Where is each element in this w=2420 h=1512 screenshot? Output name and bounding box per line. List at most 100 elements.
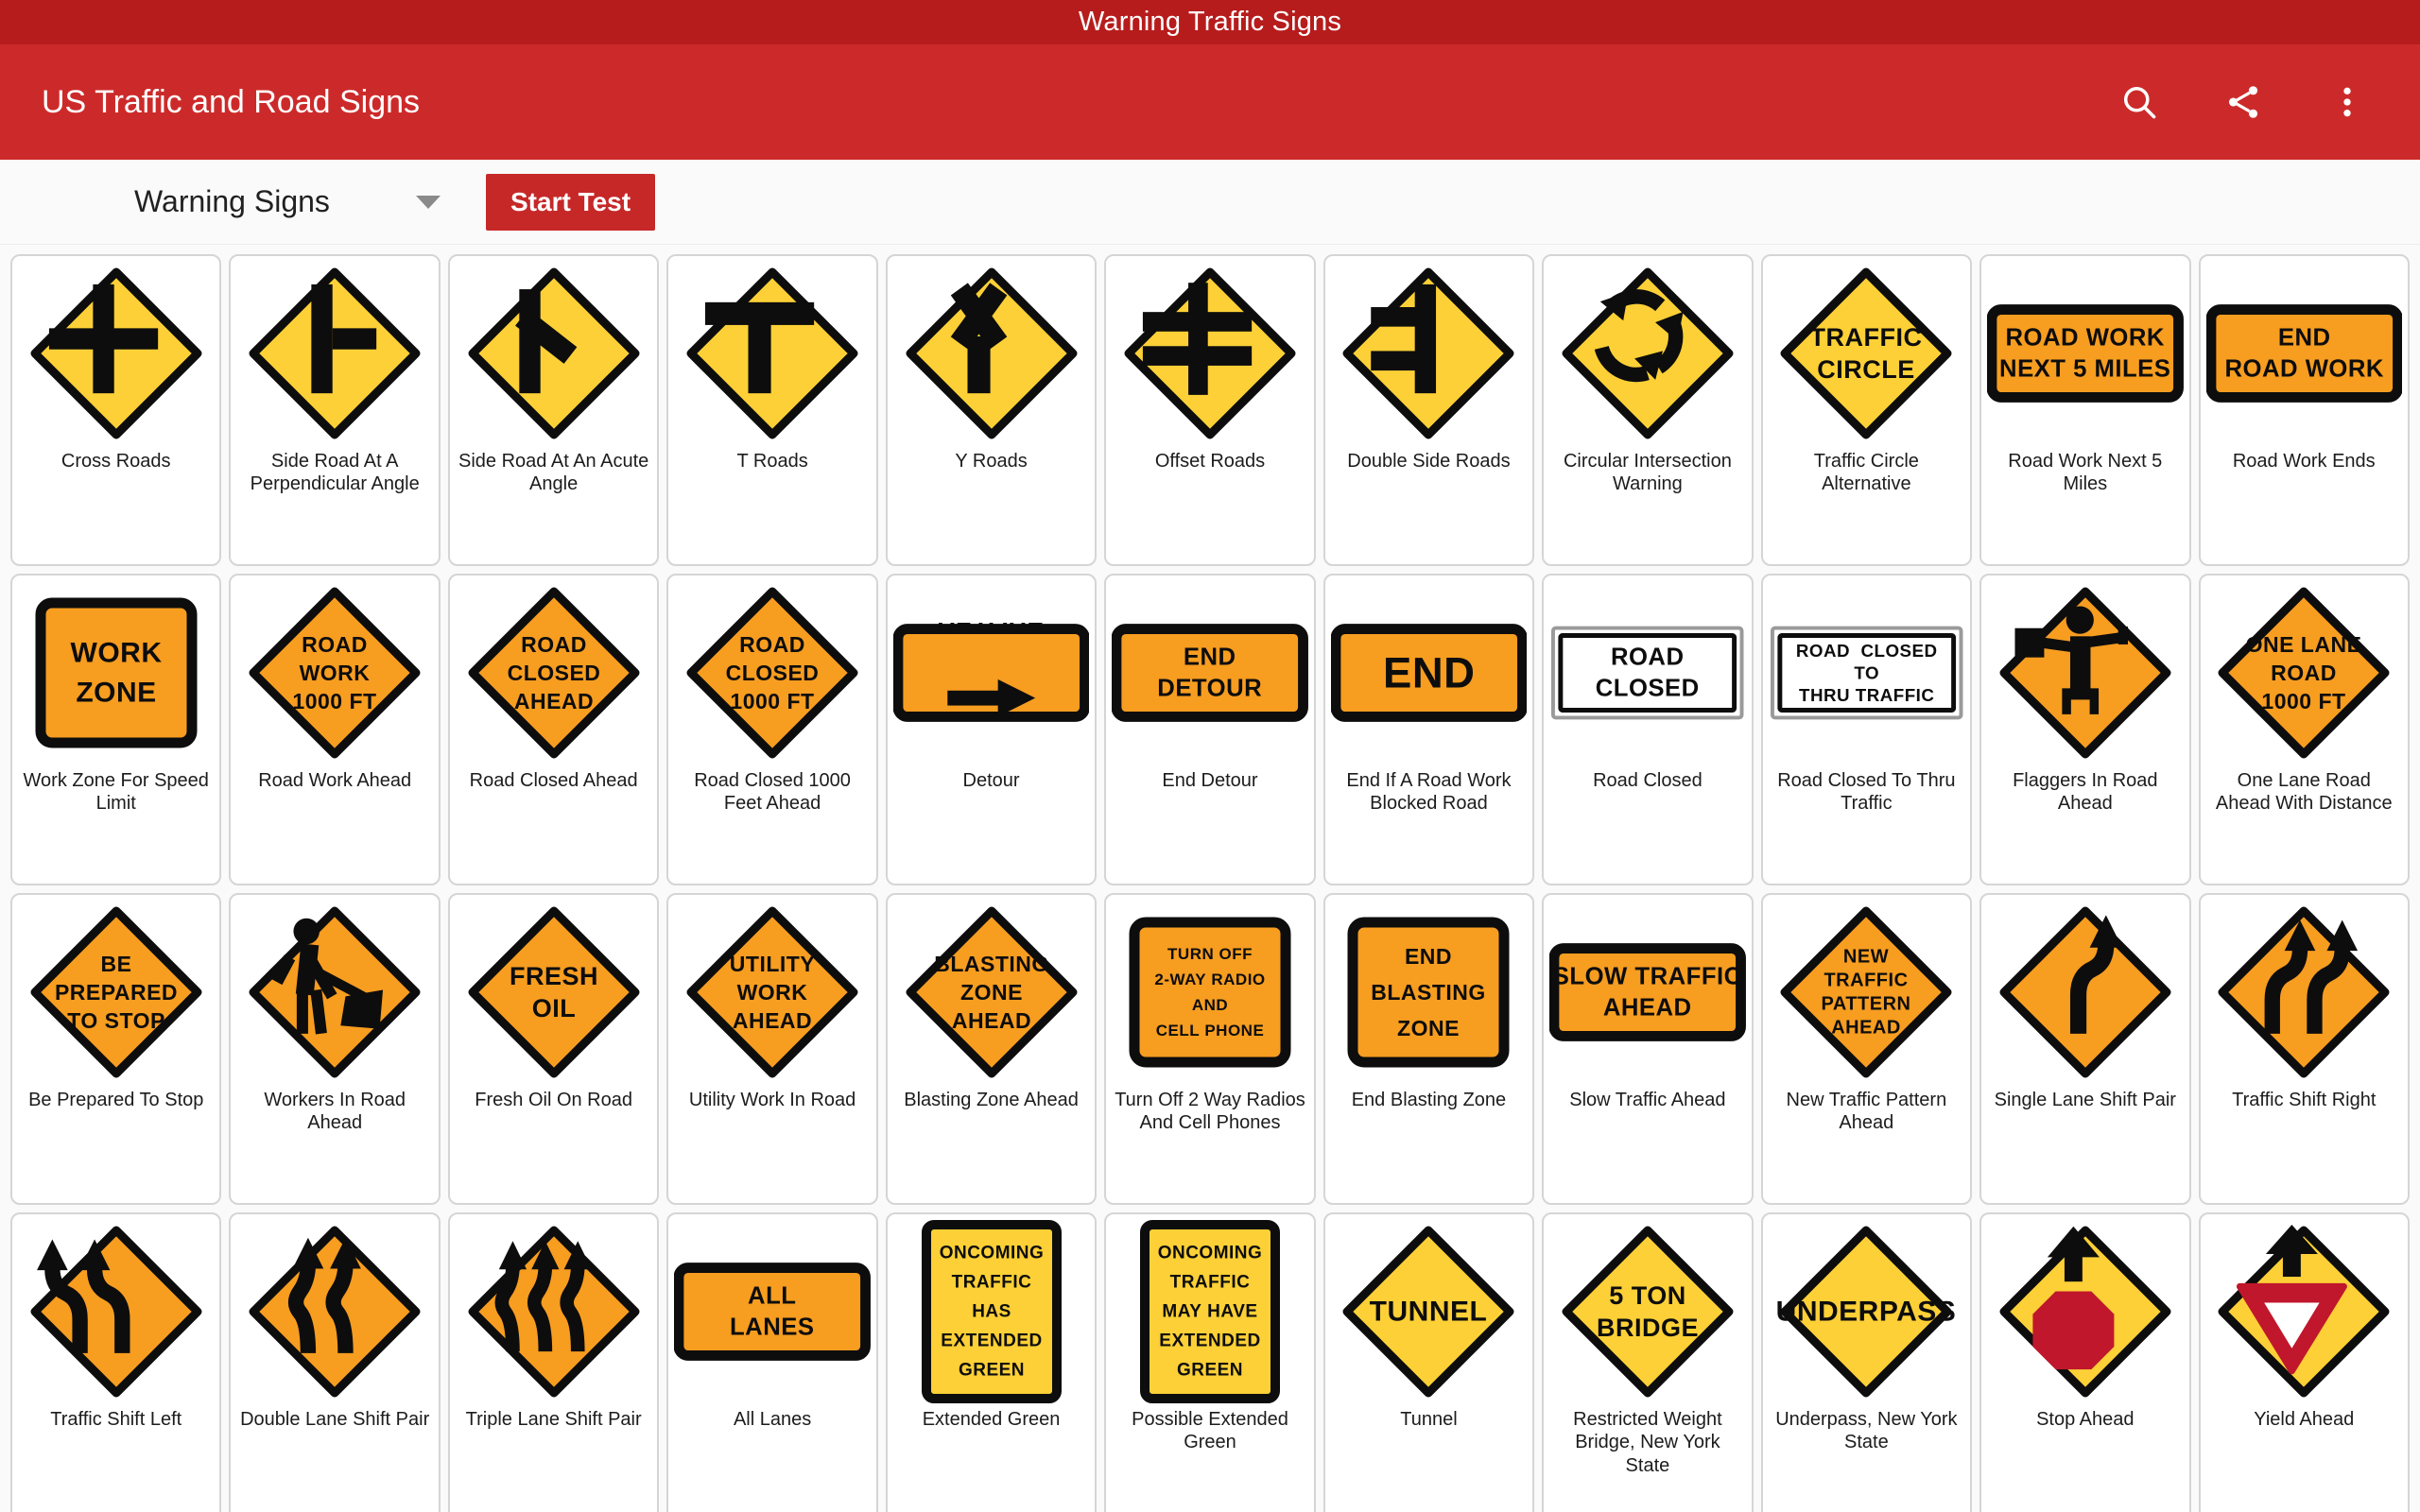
sign-image: ROAD CLOSED TO THRU TRAFFIC (1769, 585, 1964, 760)
sign-image: TUNNEL (1331, 1224, 1527, 1399)
sign-card[interactable]: END DETOUR End Detour (1104, 574, 1316, 885)
sign-label: Traffic Shift Right (2232, 1090, 2377, 1110)
svg-text:DETOUR: DETOUR (1158, 675, 1263, 701)
sign-card[interactable]: ROAD CLOSED Road Closed (1542, 574, 1754, 885)
start-test-button[interactable]: Start Test (486, 173, 656, 231)
svg-text:ROAD: ROAD (1611, 644, 1685, 670)
sign-label: Detour (962, 770, 1020, 791)
sign-card[interactable]: ROAD CLOSED AHEAD Road Closed Ahead (447, 574, 660, 885)
svg-text:BLASTING: BLASTING (1372, 980, 1487, 1005)
sign-card[interactable]: Y Roads (885, 254, 1098, 566)
sign-label: New Traffic Pattern Ahead (1786, 1090, 1947, 1134)
sign-card[interactable]: ALL LANES All Lanes (666, 1212, 878, 1512)
svg-text:ALL: ALL (748, 1282, 796, 1309)
sign-card[interactable]: Circular Intersection Warning (1542, 254, 1754, 566)
sign-card[interactable]: UNDERPASS Underpass, New York State (1760, 1212, 1973, 1512)
sign-image: WORK ZONE (18, 585, 214, 760)
sign-card[interactable]: SLOW TRAFFIC AHEAD Slow Traffic Ahead (1542, 893, 1754, 1205)
sign-label: End Detour (1162, 770, 1258, 791)
window-title-bar: Warning Traffic Signs (0, 0, 2420, 44)
sign-card[interactable]: ROAD WORK 1000 FT Road Work Ahead (229, 574, 441, 885)
sign-card[interactable]: TUNNEL Tunnel (1322, 1212, 1535, 1512)
sign-card[interactable]: BE PREPARED TO STOP Be Prepared To Stop (10, 893, 222, 1205)
svg-text:END: END (1383, 648, 1475, 696)
sign-label: One Lane Road Ahead With Distance (2215, 770, 2393, 815)
sign-image (1987, 1224, 2183, 1399)
sign-card[interactable]: ONE LANE ROAD 1000 FT One Lane Road Ahead W… (2198, 574, 2410, 885)
sign-image (1549, 266, 1745, 440)
sign-label: Road Closed (1593, 770, 1703, 791)
svg-text:END: END (2277, 324, 2330, 351)
sign-image: ROAD CLOSED AHEAD (456, 585, 651, 760)
sign-card[interactable]: ROAD CLOSED TO THRU TRAFFIC Road Closed To … (1760, 574, 1973, 885)
sign-card[interactable]: Stop Ahead (1979, 1212, 2191, 1512)
sign-card[interactable]: 5 TON BRIDGE Restricted Weight Bridge, New… (1542, 1212, 1754, 1512)
sign-card[interactable]: Workers In Road Ahead (229, 893, 441, 1205)
sign-card[interactable]: Cross Roads (10, 254, 222, 566)
sign-image: ONE LANE ROAD 1000 FT (2206, 585, 2402, 760)
sign-label: T Roads (736, 451, 808, 472)
sign-image: ONCOMING TRAFFIC HAS EXTENDED GREEN (893, 1219, 1089, 1403)
sign-card[interactable]: Single Lane Shift Pair (1979, 893, 2191, 1205)
sign-card[interactable]: DETOUR Detour (885, 574, 1098, 885)
sign-image: END DETOUR (1112, 585, 1308, 760)
sign-label: Road Closed Ahead (469, 770, 638, 791)
sign-image: NEW TRAFFIC PATTERN AHEAD (1769, 904, 1964, 1079)
svg-text:CIRCLE: CIRCLE (1818, 355, 1916, 384)
sign-card[interactable]: Flaggers In Road Ahead (1979, 574, 2191, 885)
sign-card[interactable]: ONCOMING TRAFFIC MAY HAVE EXTENDED GREEN Poss… (1104, 1212, 1316, 1512)
sign-card[interactable]: Double Lane Shift Pair (229, 1212, 441, 1512)
sign-card[interactable]: UTILITY WORK AHEAD Utility Work In Road (666, 893, 878, 1205)
sign-card[interactable]: Double Side Roads (1322, 254, 1535, 566)
sign-card[interactable]: T Roads (666, 254, 878, 566)
sign-card[interactable]: TURN OFF 2-WAY RADIO AND CELL PHONE Turn Off… (1104, 893, 1316, 1205)
sign-label: All Lanes (733, 1409, 812, 1430)
sign-card[interactable]: END BLASTING ZONE End Blasting Zone (1322, 893, 1535, 1205)
sign-image: ROAD CLOSED 1000 FT (674, 585, 870, 760)
sign-card[interactable]: NEW TRAFFIC PATTERN AHEAD New Traffic Patter… (1760, 893, 1973, 1205)
sign-image: UTILITY WORK AHEAD (674, 904, 870, 1079)
sign-image (236, 1224, 432, 1399)
filter-bar: Warning Signs Start Test (0, 160, 2420, 245)
sign-card[interactable]: TRAFFIC CIRCLE Traffic Circle Alternative (1760, 254, 1973, 566)
svg-text:AHEAD: AHEAD (951, 1008, 1030, 1033)
sign-card[interactable]: Offset Roads (1104, 254, 1316, 566)
sign-card[interactable]: FRESH OIL Fresh Oil On Road (447, 893, 660, 1205)
sign-card[interactable]: Side Road At An Acute Angle (447, 254, 660, 566)
sign-card[interactable]: ROAD WORK NEXT 5 MILES Road Work Next 5 Mi… (1979, 254, 2191, 566)
more-vertical-icon[interactable] (2325, 80, 2369, 124)
sign-label: Road Closed To Thru Traffic (1777, 770, 1956, 815)
svg-text:GREEN: GREEN (1177, 1360, 1243, 1380)
svg-text:EXTENDED: EXTENDED (941, 1331, 1042, 1350)
svg-text:2-WAY RADIO: 2-WAY RADIO (1154, 971, 1265, 988)
sign-card[interactable]: ROAD CLOSED 1000 FT Road Closed 1000 Feet A… (666, 574, 878, 885)
sign-image (1987, 904, 2183, 1079)
sign-card[interactable]: ONCOMING TRAFFIC HAS EXTENDED GREEN Extended … (885, 1212, 1098, 1512)
svg-text:ROAD CLOSED: ROAD CLOSED (1796, 640, 1938, 660)
sign-image (18, 1224, 214, 1399)
sign-label: Road Work Ends (2232, 451, 2376, 472)
sign-card[interactable]: END End If A Road Work Blocked Road (1322, 574, 1535, 885)
sign-label: Traffic Shift Left (50, 1409, 182, 1430)
sign-card[interactable]: Traffic Shift Right (2198, 893, 2410, 1205)
share-icon[interactable] (2221, 80, 2265, 124)
svg-text:TO: TO (1854, 662, 1879, 682)
sign-label: Double Lane Shift Pair (240, 1409, 430, 1430)
svg-text:ZONE: ZONE (1397, 1016, 1460, 1040)
sign-image: UNDERPASS (1769, 1224, 1964, 1399)
sign-card[interactable]: Yield Ahead (2198, 1212, 2410, 1512)
sign-card[interactable]: END ROAD WORK Road Work Ends (2198, 254, 2410, 566)
sign-label: Possible Extended Green (1132, 1409, 1288, 1453)
svg-text:AHEAD: AHEAD (513, 689, 593, 713)
sign-card[interactable]: BLASTING ZONE AHEAD Blasting Zone Ahead (885, 893, 1098, 1205)
sign-card[interactable]: WORK ZONE Work Zone For Speed Limit (10, 574, 222, 885)
svg-text:TRAFFIC: TRAFFIC (1170, 1272, 1251, 1292)
sign-card[interactable]: Triple Lane Shift Pair (447, 1212, 660, 1512)
sign-card[interactable]: Side Road At A Perpendicular Angle (229, 254, 441, 566)
sign-image (236, 904, 432, 1079)
sign-card[interactable]: Traffic Shift Left (10, 1212, 222, 1512)
sign-label: Work Zone For Speed Limit (23, 770, 209, 815)
search-icon[interactable] (2118, 80, 2161, 124)
category-spinner[interactable]: Warning Signs (21, 184, 465, 219)
svg-text:CLOSED: CLOSED (726, 661, 820, 685)
